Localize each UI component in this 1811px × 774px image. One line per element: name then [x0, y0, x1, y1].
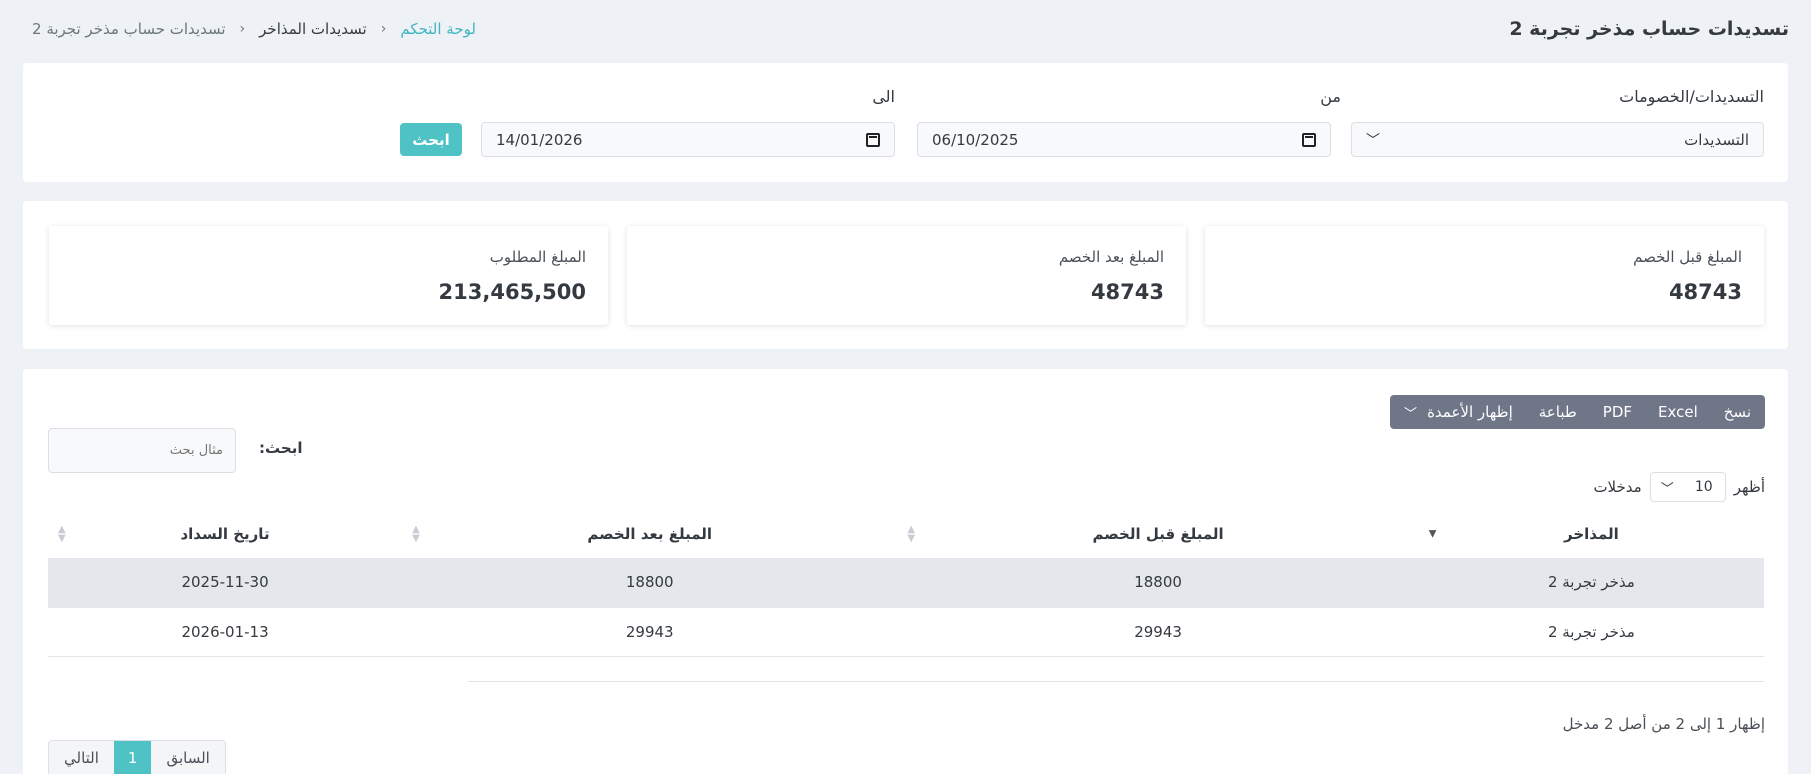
breadcrumb-current: تسديدات حساب مذخر تجربة 2	[32, 20, 226, 38]
page-length-control: أظهر 10 ﹀ مدخلات	[1593, 472, 1765, 502]
pagination-next-button[interactable]: التالي	[49, 741, 114, 774]
pagination-previous-button[interactable]: السابق	[151, 741, 225, 774]
excel-button[interactable]: Excel	[1658, 403, 1698, 421]
table-cell: 2025-11-30	[48, 558, 403, 608]
table-card: نسخ Excel PDF طباعة إظهار الأعمدة ﹀ ابحث…	[23, 369, 1788, 774]
calendar-icon[interactable]	[866, 132, 880, 147]
column-header-label: المذاخر	[1564, 525, 1619, 543]
to-date-value: 14/01/2026	[496, 130, 583, 149]
type-filter-select[interactable]: التسديدات ﹀	[1351, 122, 1764, 157]
filter-search-button[interactable]: ابحث	[400, 123, 462, 156]
stat-amount-before-discount: المبلغ قبل الخصم 48743	[1205, 226, 1764, 325]
column-header-label: المبلغ قبل الخصم	[1092, 525, 1224, 543]
column-header-label: تاريخ السداد	[180, 525, 270, 543]
stat-label: المبلغ بعد الخصم	[1058, 248, 1164, 266]
breadcrumb-separator-icon: ‹	[239, 21, 246, 37]
table-cell: مذخر تجربة 2	[1418, 607, 1764, 657]
sort-icon: ▲ ▼	[412, 524, 420, 544]
filter-card: التسديدات/الخصومات التسديدات ﹀ من 06/10/…	[23, 63, 1788, 182]
table-cell: مذخر تجربة 2	[1418, 558, 1764, 608]
to-date-label: الى	[872, 87, 895, 106]
sort-desc-icon: ▼	[1428, 528, 1437, 540]
type-filter-value: التسديدات	[1684, 130, 1749, 149]
stat-label: المبلغ المطلوب	[489, 248, 586, 266]
column-header-label: المبلغ بعد الخصم	[587, 525, 713, 543]
column-header-drugstore[interactable]: المذاخر ▼	[1419, 510, 1764, 558]
from-date-input[interactable]: 06/10/2025	[917, 122, 1331, 157]
column-header-amount-before[interactable]: المبلغ قبل الخصم ▲ ▼	[897, 510, 1418, 558]
sort-icon: ▲ ▼	[907, 524, 916, 544]
pagination-page-button[interactable]: 1	[113, 741, 152, 774]
page-length-show-label: أظهر	[1733, 478, 1765, 496]
stat-amount-after-discount: المبلغ بعد الخصم 48743	[627, 226, 1186, 325]
column-header-amount-after[interactable]: المبلغ بعد الخصم ▲ ▼	[402, 510, 897, 558]
pagination: التالي 1 السابق	[48, 740, 226, 774]
payments-table: المذاخر ▼ المبلغ قبل الخصم ▲ ▼ المبلغ بعد…	[48, 510, 1764, 657]
stat-amount-required: المبلغ المطلوب 213,465,500	[49, 226, 608, 325]
column-visibility-button[interactable]: إظهار الأعمدة ﹀	[1404, 403, 1513, 422]
table-info: إظهار 1 إلى 2 من أصل 2 مدخل	[1562, 715, 1765, 733]
page-header: تسديدات حساب مذخر تجربة 2 لوحة التحكم ‹ …	[0, 0, 1811, 58]
page-length-select[interactable]: 10 ﹀	[1649, 472, 1726, 502]
pdf-button[interactable]: PDF	[1603, 403, 1632, 421]
horizontal-scrollbar[interactable]	[468, 681, 1764, 682]
page: تسديدات حساب مذخر تجربة 2 لوحة التحكم ‹ …	[0, 0, 1811, 774]
chevron-down-icon: ﹀	[1366, 132, 1380, 149]
from-date-value: 06/10/2025	[932, 130, 1019, 149]
breadcrumb-section-link[interactable]: تسديدات المذاخر	[259, 20, 367, 38]
page-length-value: 10	[1694, 479, 1713, 495]
breadcrumb: لوحة التحكم ‹ تسديدات المذاخر ‹ تسديدات …	[32, 20, 476, 38]
table-cell: 18800	[897, 558, 1419, 608]
stat-value: 213,465,500	[438, 280, 586, 304]
table-row: مذخر تجربة 2 18800 18800 2025-11-30	[48, 558, 1764, 608]
stat-label: المبلغ قبل الخصم	[1633, 248, 1742, 266]
stat-value: 48743	[1668, 280, 1742, 304]
to-date-input[interactable]: 14/01/2026	[481, 122, 895, 157]
chevron-down-icon: ﹀	[1660, 481, 1674, 497]
print-button[interactable]: طباعة	[1539, 403, 1577, 421]
stat-value: 48743	[1090, 280, 1164, 304]
breadcrumb-home-link[interactable]: لوحة التحكم	[400, 20, 476, 38]
copy-button[interactable]: نسخ	[1724, 403, 1751, 421]
chevron-down-icon: ﹀	[1404, 406, 1418, 422]
from-date-label: من	[1320, 87, 1341, 106]
table-search-label: ابحث:	[259, 439, 303, 457]
column-visibility-label: إظهار الأعمدة	[1427, 403, 1513, 421]
page-title: تسديدات حساب مذخر تجربة 2	[1509, 18, 1789, 40]
table-search-input[interactable]	[48, 428, 236, 473]
table-header-row: المذاخر ▼ المبلغ قبل الخصم ▲ ▼ المبلغ بعد…	[48, 510, 1764, 558]
sort-icon: ▲ ▼	[58, 524, 66, 544]
stats-card: المبلغ قبل الخصم 48743 المبلغ بعد الخصم …	[23, 201, 1788, 349]
table-row: مذخر تجربة 2 29943 29943 2026-01-13	[48, 607, 1764, 657]
type-filter-label: التسديدات/الخصومات	[1619, 87, 1764, 106]
table-cell: 29943	[897, 607, 1419, 657]
calendar-icon[interactable]	[1302, 132, 1316, 147]
column-header-payment-date[interactable]: تاريخ السداد ▲ ▼	[48, 510, 402, 558]
table-cell: 2026-01-13	[48, 607, 403, 657]
breadcrumb-separator-icon: ‹	[380, 21, 387, 37]
export-button-group: نسخ Excel PDF طباعة إظهار الأعمدة ﹀	[1390, 395, 1765, 429]
page-length-entries-label: مدخلات	[1593, 478, 1642, 496]
table-cell: 29943	[402, 607, 898, 657]
table-cell: 18800	[402, 558, 898, 608]
